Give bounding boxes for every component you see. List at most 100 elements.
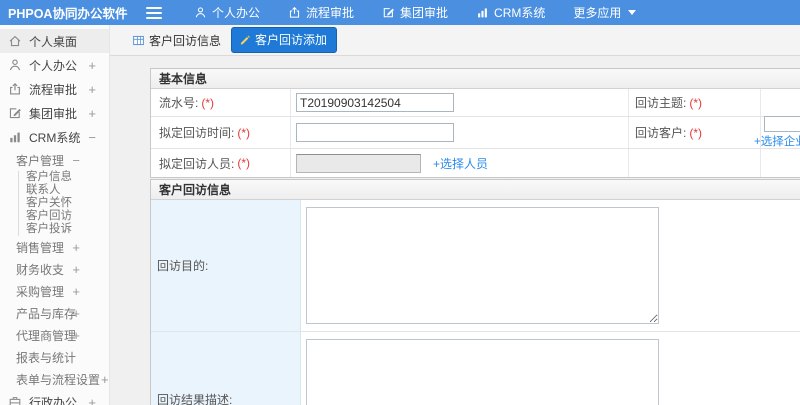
section-title: 基本信息 [151,69,800,89]
edit-icon [8,106,22,120]
sidebar-item-customer-mgmt[interactable]: 客户管理 − [0,149,109,171]
select-company-link[interactable]: +选择企业 [754,133,800,149]
customer-mgmt-submenu: 客户信息 联系人 客户关怀 客户回访 客户投诉 [18,171,109,236]
sidebar-item-label: 行政办公 [29,395,78,405]
topnav-process-approval[interactable]: 流程审批 [288,4,354,21]
sidebar-item-label: 表单与流程设置 [16,372,101,387]
sidebar-item-customer-info[interactable]: 客户信息 [19,171,109,184]
sidebar-item-contacts[interactable]: 联系人 [19,184,109,197]
sidebar-item-label: 产品与库存 [16,306,77,321]
home-icon [8,34,22,48]
collapse-icon[interactable]: − [88,130,96,145]
sidebar-item-label: 客户管理 [16,153,65,168]
sidebar-item-personal-office[interactable]: 个人办公 + [0,53,109,77]
sidebar-item-customer-complaint[interactable]: 客户投诉 [19,223,109,236]
sidebar-item-customer-care[interactable]: 客户关怀 [19,197,109,210]
visit-purpose-textarea[interactable] [306,207,659,324]
topnav-label: 流程审批 [306,6,355,20]
visit-info-section: 客户回访信息 回访目的: 回访结果描述: [150,179,800,405]
customer-input[interactable] [764,116,800,132]
tab-visit-list[interactable]: 客户回访信息 [132,32,221,49]
sidebar-item-customer-visit[interactable]: 客户回访 [19,210,109,223]
app-logo: PHPOA协同办公软件 [8,7,128,21]
sidebar-item-label: 个人桌面 [29,34,78,49]
required-marker: (*) [237,156,251,170]
form-row-time-customer: 拟定回访时间: (*) 回访客户: (*) +选择企业 [151,116,800,149]
tab-label: 客户回访添加 [255,33,328,47]
sidebar-item-desktop[interactable]: 个人桌面 [0,29,109,53]
visit-result-textarea[interactable] [306,339,659,405]
sidebar-item-label: CRM系统 [29,130,81,145]
sidebar-item-reports[interactable]: 报表与统计 [0,346,109,368]
planned-time-input[interactable] [296,123,454,142]
expand-icon[interactable]: + [72,284,80,299]
caret-down-icon [628,10,637,15]
sidebar-item-label: 流程审批 [29,82,78,97]
sidebar-item-form-process-settings[interactable]: 表单与流程设置 + [0,368,109,390]
expand-icon[interactable]: + [72,328,80,343]
serial-label: 流水号: [159,96,199,110]
topbar: PHPOA协同办公软件 个人办公 流程审批 集团审批 CRM系统 更多应用 [0,0,800,25]
sidebar-item-purchasing[interactable]: 采购管理 + [0,280,109,302]
top-navigation: 个人办公 流程审批 集团审批 CRM系统 更多应用 [194,4,637,21]
edit-icon [383,8,394,18]
form-row-result: 回访结果描述: [151,332,800,405]
sidebar-item-label: 集团审批 [29,106,78,121]
planned-time-label: 拟定回访时间: [159,126,235,140]
serial-input[interactable] [296,93,454,112]
briefcase-icon [8,395,22,405]
sidebar-item-group-approval[interactable]: 集团审批 + [0,101,109,125]
required-marker: (*) [237,125,251,140]
person-icon [195,7,206,18]
select-person-link[interactable]: +选择人员 [433,155,488,172]
process-icon [8,82,22,96]
form-row-purpose: 回访目的: [151,200,800,332]
required-marker: (*) [689,125,703,140]
customer-label: 回访客户: [635,126,687,140]
visit-purpose-label: 回访目的: [151,200,301,331]
expand-icon[interactable]: + [88,106,96,121]
tab-label: 客户回访信息 [149,33,222,48]
empty-cell [761,149,800,177]
pencil-icon [240,35,250,45]
grid-icon [133,35,144,45]
sidebar-item-crm[interactable]: CRM系统 − [0,125,109,149]
expand-icon[interactable]: + [101,372,109,387]
expand-icon[interactable]: + [72,240,80,255]
tab-visit-add-active[interactable]: 客户回访添加 [231,27,338,53]
required-marker: (*) [689,95,703,110]
tab-bar: 客户回访信息 客户回访添加 [110,25,800,56]
subject-label: 回访主题: [635,96,687,110]
sidebar-item-agent-mgmt[interactable]: 代理商管理 + [0,324,109,346]
topnav-group-approval[interactable]: 集团审批 [382,4,448,21]
menu-icon[interactable] [146,6,162,19]
sidebar-item-label: 代理商管理 [16,328,77,343]
collapse-icon[interactable]: − [72,153,80,168]
expand-icon[interactable]: + [88,395,96,405]
expand-icon[interactable]: + [72,262,80,277]
section-title: 客户回访信息 [151,180,800,200]
sidebar-item-finance[interactable]: 财务收支 + [0,258,109,280]
topnav-personal-office[interactable]: 个人办公 [194,4,260,21]
topnav-crm[interactable]: CRM系统 [476,4,545,21]
basic-info-section: 基本信息 流水号: (*) 回访主题: (*) 拟定回访时间: (*) [150,68,800,178]
planned-person-input[interactable] [296,153,421,173]
main-content: 客户回访信息 客户回访添加 基本信息 流水号: (*) 回访主题: (*) [110,25,800,405]
expand-icon[interactable]: + [88,58,96,73]
expand-icon[interactable]: + [72,306,80,321]
sidebar-item-label: 采购管理 [16,284,65,299]
expand-icon[interactable]: + [88,82,96,97]
process-icon [289,6,300,18]
sidebar-item-process-approval[interactable]: 流程审批 + [0,77,109,101]
topnav-label: 个人办公 [212,6,261,20]
sidebar-item-products-inventory[interactable]: 产品与库存 + [0,302,109,324]
visit-result-label: 回访结果描述: [151,332,301,405]
sidebar-item-sales-mgmt[interactable]: 销售管理 + [0,236,109,258]
sidebar-item-admin-office[interactable]: 行政办公 + [0,390,109,405]
topnav-label: 集团审批 [400,6,449,20]
planned-person-label: 拟定回访人员: [159,156,235,171]
form-row-serial-subject: 流水号: (*) 回访主题: (*) [151,89,800,117]
sidebar: 个人桌面 个人办公 + 流程审批 + 集团审批 + CRM系统 − 客户管理 −… [0,25,110,405]
topnav-more-apps[interactable]: 更多应用 [573,4,637,21]
sidebar-item-label: 个人办公 [29,58,78,73]
